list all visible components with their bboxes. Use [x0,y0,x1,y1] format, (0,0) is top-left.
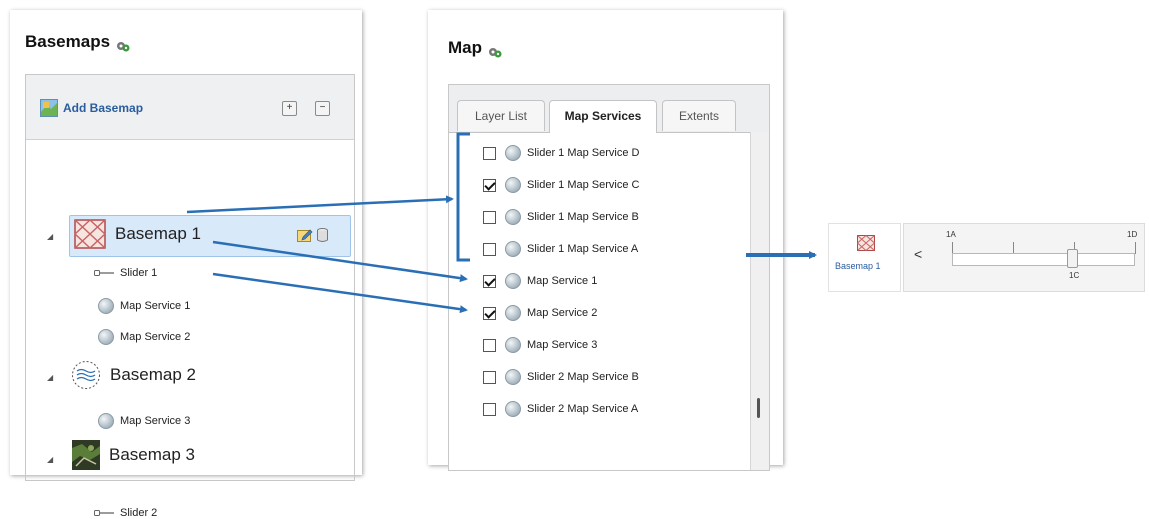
slider-icon [94,510,114,516]
tree-item-label: Slider 2 [120,507,158,519]
slider-group-bracket [456,132,470,262]
annotation-overlay [186,132,817,314]
tree-item-slider-2[interactable]: Slider 2 [94,507,157,519]
annotation-arrow [212,240,468,283]
annotation-arrow [212,272,468,314]
annotation-arrow [186,195,454,214]
